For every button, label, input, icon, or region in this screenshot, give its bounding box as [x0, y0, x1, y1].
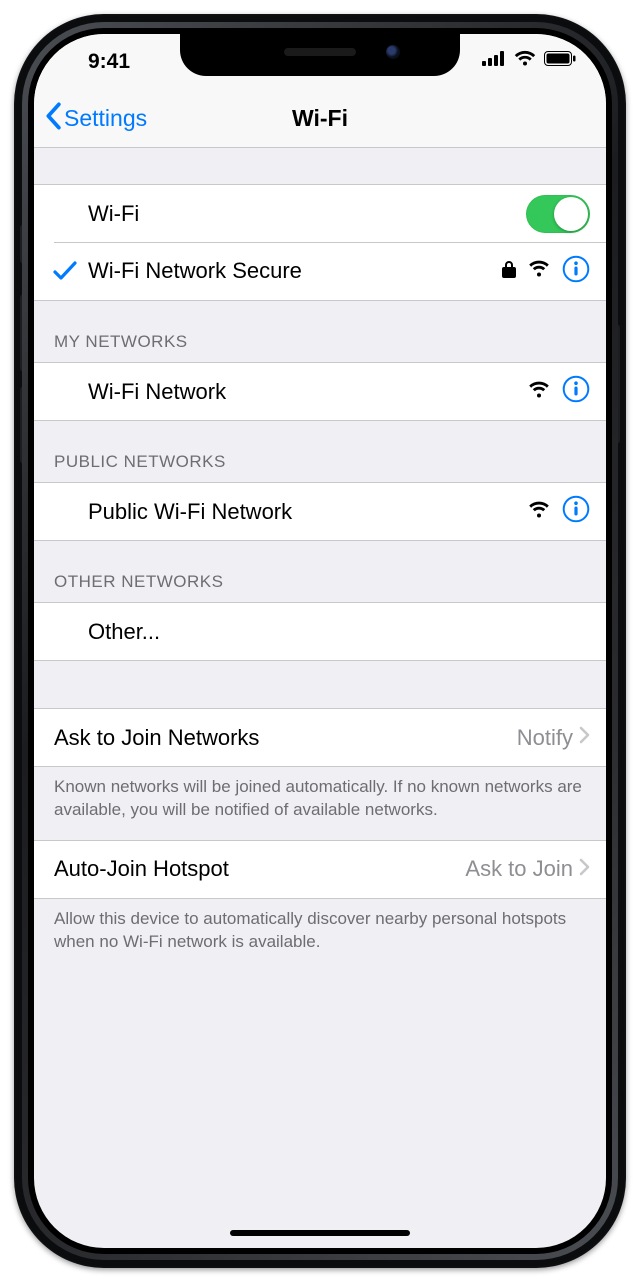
status-time: 9:41	[34, 50, 184, 74]
wifi-toggle-row: Wi-Fi	[34, 184, 606, 242]
ask-to-join-row[interactable]: Ask to Join Networks Notify	[34, 708, 606, 766]
nav-bar: Settings Wi-Fi	[34, 90, 606, 148]
auto-join-label: Auto-Join Hotspot	[54, 856, 465, 882]
phone-frame: 9:41	[14, 14, 626, 1268]
my-network-row[interactable]: Wi-Fi Network	[34, 362, 606, 420]
lock-icon	[502, 260, 516, 283]
chevron-left-icon	[44, 102, 62, 136]
connected-network-row[interactable]: Wi-Fi Network Secure	[34, 242, 606, 300]
back-label: Settings	[64, 105, 147, 132]
wifi-signal-icon	[528, 260, 550, 282]
my-networks-header: MY NETWORKS	[34, 300, 606, 362]
ask-to-join-footer: Known networks will be joined automatica…	[34, 766, 606, 840]
chevron-right-icon	[579, 858, 590, 881]
home-indicator[interactable]	[230, 1230, 410, 1236]
network-name: Public Wi-Fi Network	[88, 499, 528, 525]
front-camera	[386, 45, 400, 59]
wifi-toggle[interactable]	[526, 195, 590, 233]
other-network-row[interactable]: Other...	[34, 602, 606, 660]
wifi-signal-icon	[528, 501, 550, 523]
auto-join-footer: Allow this device to automatically disco…	[34, 898, 606, 972]
ask-to-join-label: Ask to Join Networks	[54, 725, 517, 751]
chevron-right-icon	[579, 726, 590, 749]
auto-join-value: Ask to Join	[465, 856, 573, 882]
cellular-signal-icon	[482, 51, 506, 66]
content: Wi-Fi Wi-Fi Network Secure	[34, 148, 606, 972]
connected-network-name: Wi-Fi Network Secure	[88, 258, 502, 284]
wifi-status-icon	[514, 50, 536, 66]
info-button[interactable]	[562, 495, 590, 528]
ask-to-join-value: Notify	[517, 725, 573, 751]
checkmark-icon	[48, 242, 82, 300]
notch	[180, 34, 460, 76]
auto-join-hotspot-row[interactable]: Auto-Join Hotspot Ask to Join	[34, 840, 606, 898]
wifi-signal-icon	[528, 381, 550, 403]
public-networks-header: PUBLIC NETWORKS	[34, 420, 606, 482]
network-name: Wi-Fi Network	[88, 379, 528, 405]
other-networks-header: OTHER NETWORKS	[34, 540, 606, 602]
earpiece-speaker	[284, 48, 356, 56]
wifi-toggle-label: Wi-Fi	[88, 201, 526, 227]
info-button[interactable]	[562, 255, 590, 288]
other-label: Other...	[88, 619, 590, 645]
screen: 9:41	[34, 34, 606, 1248]
page-title: Wi-Fi	[292, 105, 348, 132]
battery-icon	[544, 51, 576, 66]
info-button[interactable]	[562, 375, 590, 408]
public-network-row[interactable]: Public Wi-Fi Network	[34, 482, 606, 540]
back-button[interactable]: Settings	[44, 90, 147, 147]
